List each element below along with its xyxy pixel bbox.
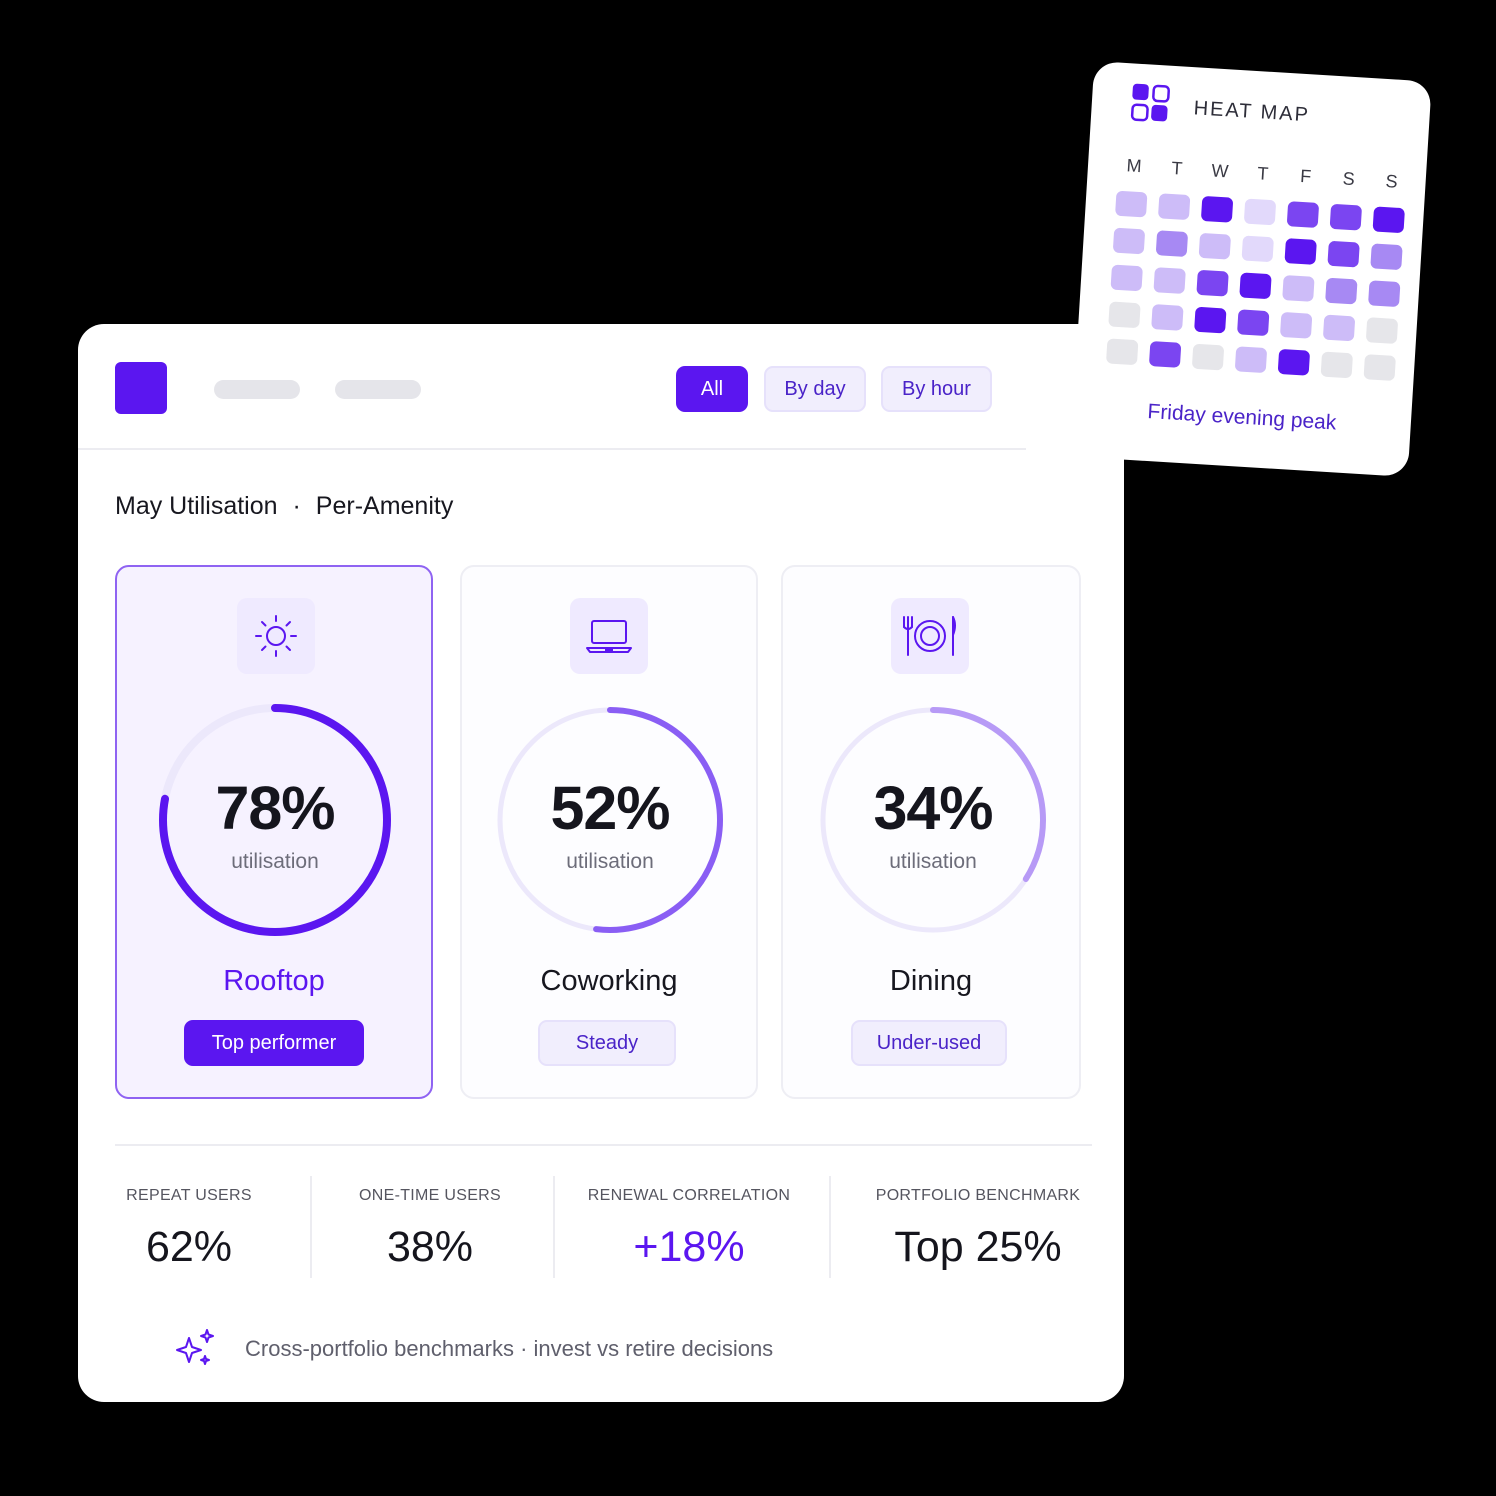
- heat-map-day-label: T: [1256, 163, 1269, 184]
- heat-map-cell: [1157, 193, 1191, 221]
- heat-map-grid: MTWTFSS: [1094, 61, 1431, 381]
- amenity-name: Coworking: [540, 965, 678, 997]
- utilisation-value: 52%: [550, 774, 670, 842]
- stat-value: Top 25%: [894, 1223, 1062, 1271]
- status-badge: Top performer: [184, 1020, 364, 1066]
- sparkles-icon: [176, 1329, 214, 1365]
- sun-icon: [237, 598, 315, 674]
- footnote-text: Cross-portfolio benchmarks · invest vs r…: [245, 1336, 774, 1361]
- amenity-name: Dining: [889, 965, 973, 997]
- stat-separator: [829, 1176, 831, 1278]
- heat-map-cell: [1279, 311, 1313, 339]
- heat-map-cell: [1363, 354, 1396, 381]
- heat-map-cell: [1322, 314, 1356, 342]
- section-title-main: May Utilisation: [115, 492, 278, 520]
- stat-portfolio-benchmark: PORTFOLIO BENCHMARK Top 25%: [858, 1174, 1098, 1279]
- heat-map-cell: [1112, 227, 1146, 255]
- stat-label: ONE-TIME USERS: [359, 1187, 501, 1204]
- heat-map-day-label: T: [1170, 157, 1184, 179]
- heat-map-cell: [1286, 201, 1320, 228]
- heat-map-cell: [1151, 304, 1184, 331]
- heat-map-cell: [1365, 317, 1399, 345]
- utilisation-caption: utilisation: [566, 850, 654, 873]
- heat-map-day-label: F: [1299, 165, 1312, 187]
- utilisation-ring: 34% utilisation: [813, 700, 1053, 940]
- status-badge: Steady: [538, 1020, 676, 1066]
- amenity-card-rooftop[interactable]: 78% utilisation Rooftop Top performer: [115, 565, 433, 1099]
- heat-map-cell: [1325, 277, 1358, 305]
- heat-map-cell: [1198, 232, 1232, 260]
- heat-map-cell: [1155, 230, 1189, 258]
- heat-map-card: HEAT MAP M T W T F S S Friday evening peak: [1070, 61, 1432, 477]
- heat-map-cell: [1108, 301, 1141, 329]
- stat-value: 38%: [386, 1223, 474, 1271]
- stat-separator: [310, 1176, 312, 1278]
- utilisation-ring: 78% utilisation: [155, 700, 395, 940]
- heat-map-cell: [1243, 198, 1277, 226]
- stat-label: RENEWAL CORRELATION: [587, 1187, 791, 1204]
- stat-repeat-users: REPEAT USERS 62%: [108, 1174, 270, 1279]
- stat-separator: [553, 1176, 555, 1278]
- heat-map-cell: [1194, 306, 1227, 334]
- stat-renewal-correlation: RENEWAL CORRELATION +18%: [573, 1174, 805, 1279]
- app-logo: [115, 362, 167, 414]
- heat-map-cell: [1277, 348, 1311, 376]
- heat-map-cell: [1200, 195, 1234, 223]
- amenity-utilisation-card: All By day By hour May Utilisation · Per…: [78, 324, 1124, 1402]
- section-title-separator: ·: [292, 492, 301, 520]
- heat-map-day-label: S: [1342, 168, 1356, 190]
- laptop-icon: [570, 598, 648, 674]
- stat-label: REPEAT USERS: [126, 1187, 252, 1204]
- heat-map-cell: [1236, 309, 1270, 337]
- heat-map-cell: [1282, 275, 1315, 302]
- filter-by-hour-button[interactable]: By hour: [881, 366, 992, 412]
- heat-map-cell: [1196, 269, 1229, 297]
- grid-icon: [1130, 83, 1170, 122]
- heat-map-cell: [1370, 243, 1403, 271]
- heat-map-cell: [1284, 238, 1317, 265]
- utilisation-caption: utilisation: [889, 850, 977, 873]
- heat-map-cell: [1368, 280, 1401, 308]
- filter-by-day-button[interactable]: By day: [764, 366, 866, 412]
- heat-map-day-label: W: [1210, 160, 1230, 182]
- heat-map-cell: [1110, 264, 1143, 292]
- heat-map-cell: [1105, 338, 1139, 366]
- nav-placeholder-2: [335, 380, 421, 399]
- heat-map-cell: [1191, 343, 1225, 371]
- filter-all-button[interactable]: All: [676, 366, 748, 412]
- heat-map-cell: [1372, 206, 1405, 234]
- utilisation-caption: utilisation: [231, 850, 319, 873]
- amenity-card-dining[interactable]: 34% utilisation Dining Under-used: [781, 565, 1081, 1099]
- heat-map-cell: [1241, 235, 1274, 263]
- heat-map-cell: [1327, 240, 1360, 268]
- nav-placeholder-1: [214, 380, 300, 399]
- stat-label: PORTFOLIO BENCHMARK: [875, 1187, 1081, 1204]
- heat-map-cell: [1115, 190, 1148, 218]
- heat-map-cell: [1148, 340, 1182, 368]
- heat-map-cell: [1153, 267, 1186, 294]
- heat-map-cell: [1329, 203, 1363, 231]
- status-badge: Under-used: [851, 1020, 1007, 1066]
- utilisation-value: 78%: [215, 774, 335, 842]
- card-header: All By day By hour: [78, 324, 1026, 450]
- stat-value: 62%: [145, 1223, 233, 1271]
- section-title-sub: Per-Amenity: [315, 492, 454, 520]
- stat-value: +18%: [633, 1223, 745, 1271]
- amenity-card-coworking[interactable]: 52% utilisation Coworking Steady: [460, 565, 758, 1099]
- heat-map-title: HEAT MAP: [1193, 97, 1311, 127]
- stat-one-time-users: ONE-TIME USERS 38%: [340, 1174, 520, 1279]
- heat-map-day-label: M: [1125, 155, 1143, 177]
- plate-cutlery-icon: [891, 598, 969, 674]
- heat-map-day-label: S: [1384, 171, 1399, 192]
- utilisation-value: 34%: [873, 774, 993, 842]
- heat-map-cell: [1320, 351, 1354, 379]
- heat-map-cell: [1234, 346, 1268, 374]
- heat-map-caption: Friday evening peak: [1146, 399, 1338, 435]
- heat-map-cell: [1239, 272, 1272, 300]
- amenity-name: Rooftop: [223, 965, 325, 997]
- section-title: May Utilisation · Per-Amenity: [115, 492, 453, 521]
- stats-divider: [115, 1144, 1092, 1146]
- utilisation-ring: 52% utilisation: [490, 700, 730, 940]
